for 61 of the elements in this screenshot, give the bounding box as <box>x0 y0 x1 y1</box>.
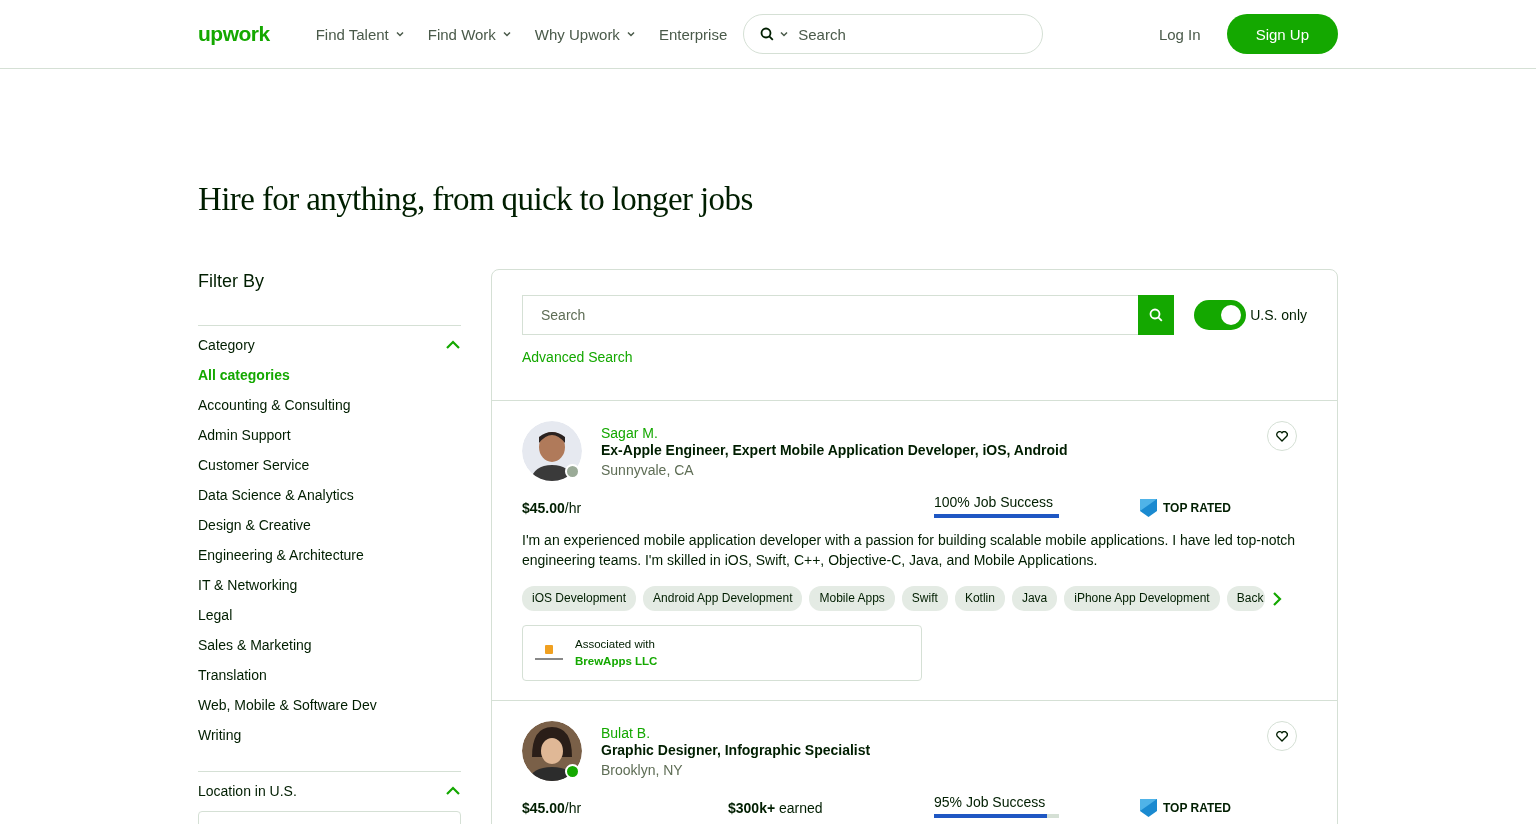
skill-tag[interactable]: iPhone App Development <box>1064 586 1220 611</box>
freelancer-bio: I'm an experienced mobile application developer with a passion for building scalable mobile applications. I have led top-notch engineering teams. I'm skilled in iOS, Swift, C++, Objective-C, Java, and Mobile Applications. <box>522 531 1297 570</box>
search-icon <box>1149 308 1164 322</box>
chevron-right-icon[interactable] <box>1271 591 1282 606</box>
category-link[interactable]: Accounting & Consulting <box>198 395 461 425</box>
search-field[interactable]: Search <box>522 295 1139 335</box>
category-link[interactable]: Customer Service <box>198 455 461 485</box>
freelancer-title: Ex-Apple Engineer, Expert Mobile Application Developer, iOS, Android <box>601 442 1068 459</box>
badge-label: TOP RATED <box>1163 801 1231 815</box>
login-link[interactable]: Log In <box>1152 24 1207 44</box>
company-logo-icon <box>533 643 565 663</box>
chevron-down-icon <box>626 31 635 37</box>
freelancer-location: Brooklyn, NY <box>601 761 684 780</box>
job-success: 100% Job Success <box>934 493 1055 511</box>
badge-icon <box>1140 499 1157 517</box>
chevron-up-icon[interactable] <box>445 786 461 796</box>
freelancer-title: Graphic Designer, Infographic Specialist <box>601 742 871 759</box>
chevron-up-icon[interactable] <box>445 340 461 350</box>
category-link[interactable]: Legal <box>198 605 461 635</box>
skill-tag[interactable]: Android App Development <box>643 586 803 611</box>
category-link[interactable]: Design & Creative <box>198 515 461 545</box>
avatar <box>522 421 582 481</box>
category-link[interactable]: Engineering & Architecture <box>198 545 461 575</box>
nav-link[interactable]: Find Work <box>417 25 521 43</box>
total-earned: $300k+ earned <box>728 799 824 817</box>
avatar <box>522 721 582 781</box>
freelancer-location: Sunnyvale, CA <box>601 461 695 480</box>
section-title: Location in U.S. <box>198 783 297 799</box>
category-link[interactable]: IT & Networking <box>198 575 461 605</box>
nav-link[interactable]: Why Upwork <box>524 25 645 43</box>
nav-link[interactable]: Enterprise <box>648 25 738 43</box>
skill-tag[interactable]: Java <box>1011 586 1058 611</box>
search-field[interactable]: Search <box>743 14 1044 54</box>
skill-tag[interactable]: Mobile Apps <box>809 586 895 611</box>
association-label: Associated with <box>575 637 656 652</box>
page-heading: Hire for anything, from quick to longer jobs <box>198 180 754 219</box>
section-title: Category <box>198 337 255 353</box>
filter-heading: Filter By <box>198 270 265 293</box>
hourly-rate: $45.00/hr <box>522 799 583 817</box>
skill-tag[interactable]: Kotlin <box>954 586 1005 611</box>
toggle-switch[interactable] <box>1194 300 1247 330</box>
search-icon <box>760 27 775 41</box>
hourly-rate: $45.00/hr <box>522 499 583 517</box>
nav-link[interactable]: Find Talent <box>305 25 414 43</box>
chevron-down-icon <box>780 31 789 37</box>
category-link[interactable]: Web, Mobile & Software Dev <box>198 695 461 725</box>
badge-icon <box>1140 799 1157 817</box>
category-link[interactable]: Writing <box>198 725 461 755</box>
category-link[interactable]: Translation <box>198 665 461 695</box>
chevron-down-icon <box>395 31 404 37</box>
category-link[interactable]: Admin Support <box>198 425 461 455</box>
job-success: 95% Job Success <box>934 793 1047 811</box>
badge-label: TOP RATED <box>1163 501 1231 515</box>
skill-tag[interactable]: Back <box>1226 586 1265 611</box>
toggle-label: U.S. only <box>1250 307 1307 323</box>
category-link[interactable]: Sales & Marketing <box>198 635 461 665</box>
skill-tag[interactable]: iOS Development <box>522 586 637 611</box>
search-button[interactable] <box>1138 295 1175 335</box>
skill-tag[interactable]: Swift <box>901 586 948 611</box>
category-link[interactable]: Data Science & Analytics <box>198 485 461 515</box>
chevron-down-icon <box>502 31 511 37</box>
